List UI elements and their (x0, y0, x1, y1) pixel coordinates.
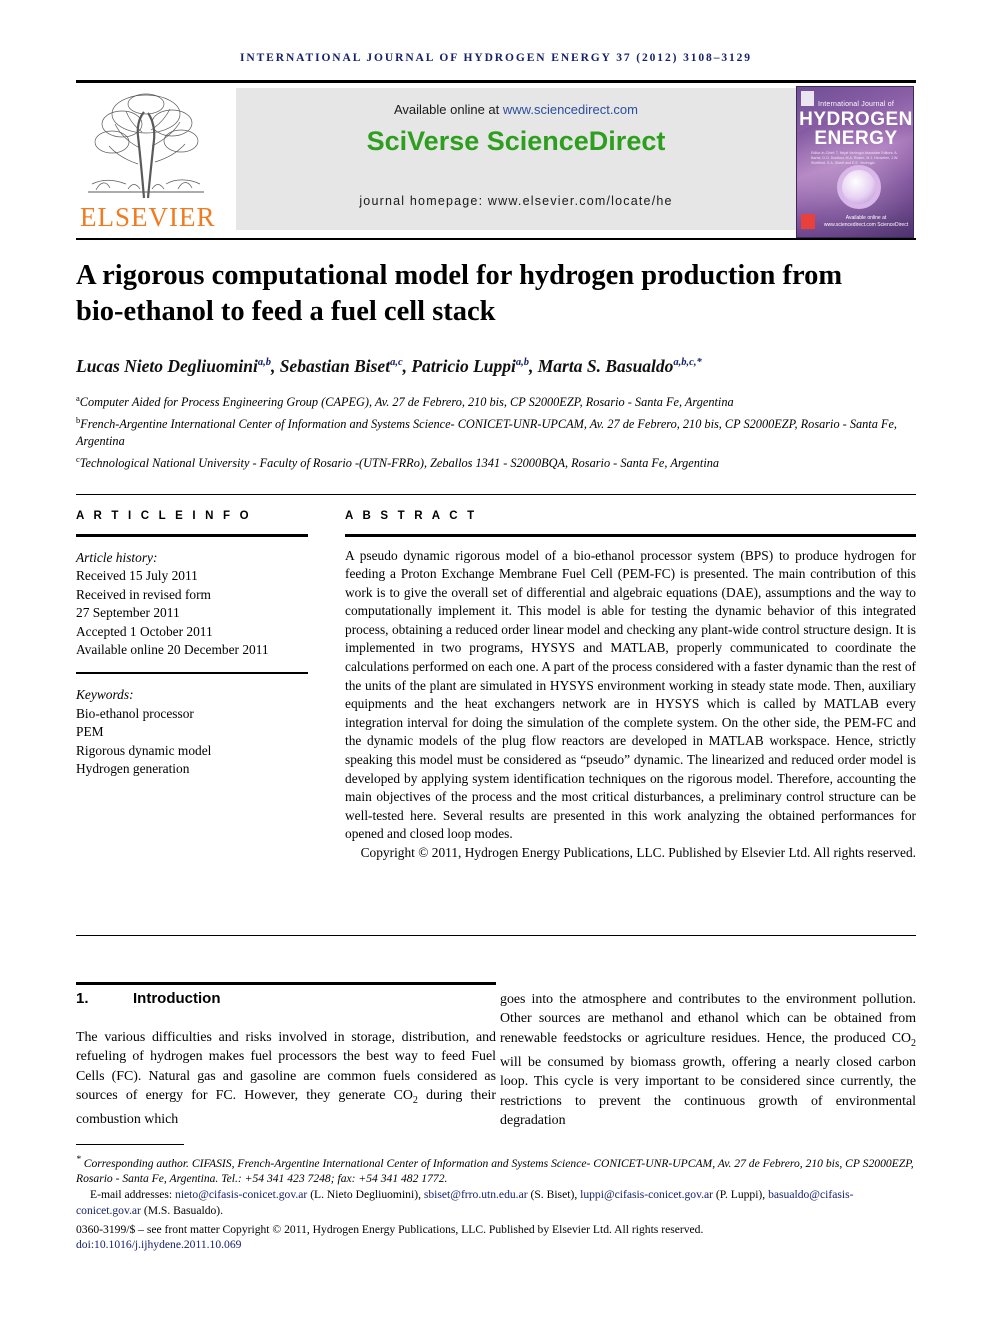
available-online-line: Available online at www.sciencedirect.co… (236, 102, 796, 117)
header-top-rule (76, 80, 916, 83)
cover-ring-graphic (837, 165, 881, 209)
cover-sciencedirect-footer: Available online at www.sciencedirect.co… (823, 215, 909, 228)
journal-header-band: ELSEVIER Available online at www.science… (76, 86, 916, 238)
article-info-rule (76, 534, 308, 537)
article-info-column: A R T I C L E I N F O Article history: R… (76, 510, 308, 779)
email-label: E-mail addresses: (90, 1188, 173, 1202)
history-item: Available online 20 December 2011 (76, 642, 269, 657)
email-link-1[interactable]: nieto@cifasis-conicet.gov.ar (175, 1188, 307, 1201)
email-link-2[interactable]: sbiset@frro.utn.edu.ar (424, 1188, 528, 1201)
section-title: Introduction (133, 990, 221, 1007)
keywords-rule (76, 671, 308, 674)
keywords-group: Keywords: Bio-ethanol processor PEM Rigo… (76, 686, 308, 779)
history-item: 27 September 2011 (76, 605, 180, 620)
abstract-copyright: Copyright © 2011, Hydrogen Energy Public… (360, 845, 916, 860)
paper-page: INTERNATIONAL JOURNAL OF HYDROGEN ENERGY… (0, 0, 992, 1323)
cover-title-hydrogen: HYDROGEN (799, 109, 913, 130)
body-column-left: The various difficulties and risks invol… (76, 1030, 496, 1128)
author-4-name: Marta S. Basualdo (537, 355, 674, 376)
affiliation-c-text: Technological National University - Facu… (79, 455, 720, 470)
abstract-heading: A B S T R A C T (345, 510, 478, 522)
history-item: Received 15 July 2011 (76, 568, 198, 583)
email-person-2: (S. Biset) (530, 1188, 575, 1202)
sciencedirect-url[interactable]: www.sciencedirect.com (503, 102, 638, 117)
cover-journal-prefix: International Journal of (817, 101, 894, 108)
affiliation-a-text: Computer Aided for Process Engineering G… (79, 395, 734, 410)
elsevier-wordmark: ELSEVIER (80, 202, 216, 232)
body-column-right: goes into the atmosphere and contributes… (500, 992, 916, 1129)
running-head: INTERNATIONAL JOURNAL OF HYDROGEN ENERGY… (240, 52, 752, 64)
keyword-item: Rigorous dynamic model (76, 742, 212, 758)
author-list: Lucas Nieto Degliuominia,b, Sebastian Bi… (76, 355, 702, 376)
author-3: Patricio Luppia,b (411, 356, 529, 376)
keyword-item: PEM (76, 724, 104, 739)
journal-homepage-line[interactable]: journal homepage: www.elsevier.com/locat… (236, 194, 796, 208)
section-number: 1. (76, 990, 89, 1007)
affiliation-b: bFrench-Argentine International Center o… (76, 412, 916, 451)
author-1-name: Lucas Nieto Degliuomini (76, 355, 258, 376)
section-top-rule (76, 982, 496, 985)
header-bottom-rule (76, 238, 916, 240)
corresponding-author-marker: * (76, 1154, 81, 1165)
keyword-item: Hydrogen generation (76, 761, 190, 776)
footnote-block: * Corresponding author. CIFASIS, French-… (76, 1152, 916, 1218)
abstract-rule (345, 534, 916, 537)
email-person-4: (M.S. Basualdo) (143, 1203, 221, 1217)
author-2: Sebastian Biseta,c (280, 356, 403, 376)
cover-editors-list: Editor-in-Chief: T. Nejat Veziroglu Asso… (811, 151, 899, 165)
sciverse-sciencedirect-logo: SciVerse ScienceDirect (366, 126, 666, 156)
affiliation-a: aComputer Aided for Process Engineering … (76, 390, 916, 412)
keywords-label: Keywords: (76, 687, 134, 702)
corresponding-author-note: * Corresponding author. CIFASIS, French-… (76, 1152, 916, 1187)
abstract-block-bottom-rule (76, 935, 916, 936)
cover-title-energy: ENERGY (814, 128, 898, 149)
corresponding-author-text: Corresponding author. CIFASIS, French-Ar… (76, 1156, 914, 1186)
abstract-column: A B S T R A C T A pseudo dynamic rigorou… (345, 510, 916, 863)
abstract-text: A pseudo dynamic rigorous model of a bio… (345, 547, 916, 842)
history-item: Accepted 1 October 2011 (76, 623, 213, 639)
article-history-label: Article history: (76, 549, 158, 565)
elsevier-logo: ELSEVIER (76, 86, 216, 234)
author-4-affil-marker: a,b,c,* (673, 357, 702, 368)
email-person-3: (P. Luppi) (715, 1188, 763, 1202)
abstract-block-top-rule (76, 494, 916, 495)
author-1: Lucas Nieto Degliuominia,b (76, 356, 271, 376)
page-title: A rigorous computational model for hydro… (76, 260, 843, 327)
issn-copyright-line: 0360-3199/$ – see front matter Copyright… (76, 1223, 704, 1236)
doi-line[interactable]: doi:10.1016/j.ijhydene.2011.10.069 (76, 1238, 916, 1251)
author-4: Marta S. Basualdoa,b,c,* (538, 356, 702, 376)
author-1-affil-marker: a,b (257, 357, 271, 368)
available-online-prefix: Available online at (393, 102, 503, 117)
author-3-affil-marker: a,b (515, 357, 529, 368)
footnote-rule (76, 1144, 184, 1145)
email-link-3[interactable]: luppi@cifasis-conicet.gov.ar (580, 1188, 713, 1201)
email-person-1: (L. Nieto Degliuomini) (310, 1188, 419, 1202)
article-history-group: Article history: Received 15 July 2011 R… (76, 549, 308, 660)
elsevier-tree-icon (82, 88, 210, 204)
author-2-name: Sebastian Biset (279, 355, 391, 376)
affiliation-list: aComputer Aided for Process Engineering … (76, 390, 916, 472)
affiliation-c: cTechnological National University - Fac… (76, 451, 916, 473)
history-item: Received in revised form (76, 586, 211, 602)
author-2-affil-marker: a,c (390, 357, 403, 368)
cover-ihe-badge (801, 214, 815, 229)
author-3-name: Patricio Luppi (411, 355, 516, 376)
affiliation-b-text: French-Argentine International Center of… (76, 416, 897, 449)
sciencedirect-panel: Available online at www.sciencedirect.co… (236, 88, 796, 230)
journal-cover-thumbnail: International Journal of HYDROGEN ENERGY… (796, 86, 914, 238)
email-addresses-note: E-mail addresses: nieto@cifasis-conicet.… (76, 1188, 854, 1217)
article-info-heading: A R T I C L E I N F O (76, 510, 252, 522)
keyword-item: Bio-ethanol processor (76, 705, 194, 721)
